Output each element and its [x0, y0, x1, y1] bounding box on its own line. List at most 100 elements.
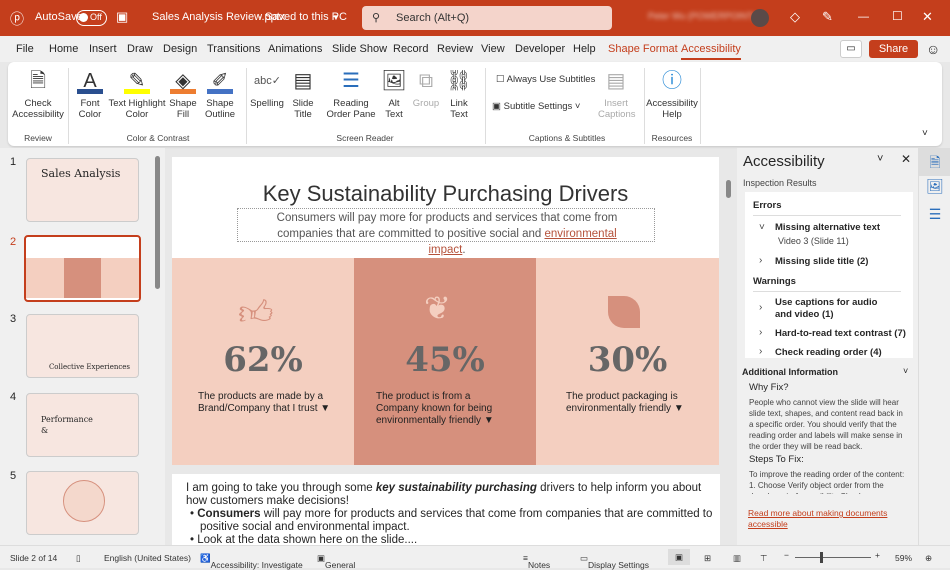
tab-animations[interactable]: Animations: [268, 43, 322, 55]
read-more-link[interactable]: Read more about making documents accessi…: [748, 508, 908, 530]
slide-thumbnail-4[interactable]: Performance &: [26, 393, 139, 457]
language-status[interactable]: English (United States): [104, 553, 191, 563]
subtitle-settings-button[interactable]: ▣ Subtitle Settings ˅: [492, 101, 580, 112]
tab-help[interactable]: Help: [573, 43, 596, 55]
tab-view[interactable]: View: [481, 43, 505, 55]
save-icon[interactable]: ▣: [116, 9, 128, 25]
text-highlight-button[interactable]: ✎ Text Highlight Color: [108, 68, 166, 120]
tab-design[interactable]: Design: [163, 43, 197, 55]
feedback-icon[interactable]: ☺: [926, 41, 940, 57]
tab-developer[interactable]: Developer: [515, 43, 565, 55]
accessibility-help-button[interactable]: ⓘ Accessibility Help: [646, 68, 698, 120]
slide-scrollbar[interactable]: [726, 180, 731, 198]
pane-options-chevron-icon[interactable]: ˅: [877, 153, 883, 165]
insert-captions-button[interactable]: ▤ Insert Captions: [598, 68, 636, 120]
spell-check-icon[interactable]: ▯: [76, 553, 81, 564]
tab-review[interactable]: Review: [437, 43, 473, 55]
error-item-video3[interactable]: Video 3 (Slide 11): [778, 236, 849, 246]
pane-close-button[interactable]: ✕: [901, 152, 911, 166]
zoom-slider-thumb[interactable]: [820, 552, 823, 563]
accessibility-status[interactable]: ♿ Accessibility: Investigate: [200, 553, 303, 570]
chevron-down-icon[interactable]: ▼: [332, 13, 340, 22]
slideshow-button[interactable]: ⊤: [760, 553, 767, 564]
link-text-button[interactable]: ⛓ Link Text: [444, 68, 474, 120]
thumbnails-scrollbar[interactable]: [155, 156, 160, 289]
slide-thumbnail-5[interactable]: [26, 471, 139, 535]
chevron-right-icon[interactable]: ›: [759, 255, 762, 266]
font-color-button[interactable]: A Font Color: [72, 68, 108, 120]
alt-text-pane-icon[interactable]: 🖼: [919, 178, 950, 195]
fit-slide-icon[interactable]: ⊕: [925, 553, 932, 564]
comments-button[interactable]: ▭: [840, 40, 862, 58]
tab-home[interactable]: Home: [49, 43, 78, 55]
maximize-button[interactable]: ☐: [892, 9, 903, 23]
notes-text: I am going to take you through some: [186, 482, 376, 494]
slide-number: 1: [10, 156, 17, 168]
tab-draw[interactable]: Draw: [127, 43, 153, 55]
tab-slide-show[interactable]: Slide Show: [332, 43, 387, 55]
slide-thumbnail-2[interactable]: [24, 235, 141, 302]
zoom-level[interactable]: 59%: [895, 553, 912, 563]
alt-text-button[interactable]: 🖼 Alt Text: [380, 68, 408, 120]
zoom-slider[interactable]: [795, 552, 871, 563]
chevron-down-icon[interactable]: ˅: [903, 366, 908, 376]
tab-insert[interactable]: Insert: [89, 43, 117, 55]
notes-button[interactable]: ≡ Notes: [523, 553, 550, 570]
zoom-in-button[interactable]: +: [875, 550, 880, 560]
display-settings-button[interactable]: ▭ Display Settings: [580, 553, 649, 570]
slide-thumbnail-3[interactable]: Collective Experiences: [26, 314, 139, 378]
avatar[interactable]: [751, 9, 769, 27]
normal-view-button[interactable]: ▣: [668, 549, 690, 565]
group-button[interactable]: ⧉ Group: [410, 68, 442, 109]
shape-fill-button[interactable]: ◈ Shape Fill: [166, 68, 200, 120]
stat-column-1[interactable]: 👍︎ 62% The products are made by a Brand/…: [172, 258, 354, 465]
slide-sorter-button[interactable]: ⊞: [704, 553, 711, 564]
chevron-right-icon[interactable]: ›: [759, 346, 762, 357]
warning-captions[interactable]: Use captions for audio and video (1): [775, 297, 895, 321]
error-missing-alt-text[interactable]: Missing alternative text: [775, 222, 880, 234]
tab-shape-format[interactable]: Shape Format: [608, 43, 678, 55]
user-name[interactable]: Peter Wu (POWERPOINT): [648, 11, 755, 21]
group-review: Review: [24, 133, 52, 143]
always-use-subtitles-checkbox[interactable]: ☐ Always Use Subtitles: [496, 74, 595, 85]
notes-pane[interactable]: I am going to take you through some key …: [172, 474, 720, 545]
spelling-button[interactable]: abc✓ Spelling: [250, 68, 284, 109]
tab-record[interactable]: Record: [393, 43, 428, 55]
error-missing-slide-title[interactable]: Missing slide title (2): [775, 256, 868, 268]
sensitivity-status[interactable]: ▣ General: [317, 553, 355, 570]
accessibility-pane-icon[interactable]: 🗎: [919, 148, 950, 176]
slide-subtitle[interactable]: Consumers will pay more for products and…: [262, 210, 632, 258]
slide-thumbnail-1[interactable]: Sales Analysis: [26, 158, 139, 222]
collapse-ribbon-icon[interactable]: ˅: [922, 128, 928, 139]
tab-accessibility[interactable]: Accessibility: [681, 43, 741, 60]
zoom-out-button[interactable]: −: [784, 550, 789, 560]
reading-order-pane-button[interactable]: ☰ Reading Order Pane: [324, 68, 378, 120]
stat-column-3[interactable]: 30% The product packaging is environment…: [536, 258, 719, 465]
warnings-heading: Warnings: [753, 276, 901, 292]
chevron-down-icon[interactable]: ˅: [759, 222, 765, 233]
reading-order-pane-icon[interactable]: ☰: [919, 206, 950, 223]
check-accessibility-button[interactable]: 🗎 Check Accessibility: [12, 68, 64, 120]
shape-outline-button[interactable]: ✐ Shape Outline: [200, 68, 240, 120]
minimize-button[interactable]: —: [858, 11, 869, 23]
chevron-right-icon[interactable]: ›: [759, 302, 762, 313]
warning-contrast[interactable]: Hard-to-read text contrast (7): [775, 328, 906, 340]
slide-title-icon: ▤: [293, 70, 313, 92]
diamond-icon[interactable]: ◇: [790, 9, 800, 25]
chevron-right-icon[interactable]: ›: [759, 327, 762, 338]
slide-canvas[interactable]: Key Sustainability Purchasing Drivers Co…: [172, 157, 719, 465]
slide-title[interactable]: Key Sustainability Purchasing Drivers: [172, 181, 719, 207]
tab-file[interactable]: File: [16, 43, 34, 55]
close-button[interactable]: ✕: [922, 9, 933, 25]
search-input[interactable]: ⚲ Search (Alt+Q): [362, 6, 612, 30]
slide-title-button[interactable]: ▤ Slide Title: [286, 68, 320, 120]
stat-column-2[interactable]: ❦ 45% The product is from a Company know…: [354, 258, 536, 465]
tab-transitions[interactable]: Transitions: [207, 43, 260, 55]
pen-icon[interactable]: ✎: [822, 9, 833, 25]
reading-view-button[interactable]: ▥: [733, 553, 741, 564]
slide-number: 4: [10, 391, 17, 403]
autosave-toggle[interactable]: Off: [76, 10, 107, 26]
share-button[interactable]: Share: [869, 40, 918, 58]
warning-reading-order[interactable]: Check reading order (4): [775, 347, 882, 359]
additional-information-heading[interactable]: Additional Information: [742, 367, 838, 377]
